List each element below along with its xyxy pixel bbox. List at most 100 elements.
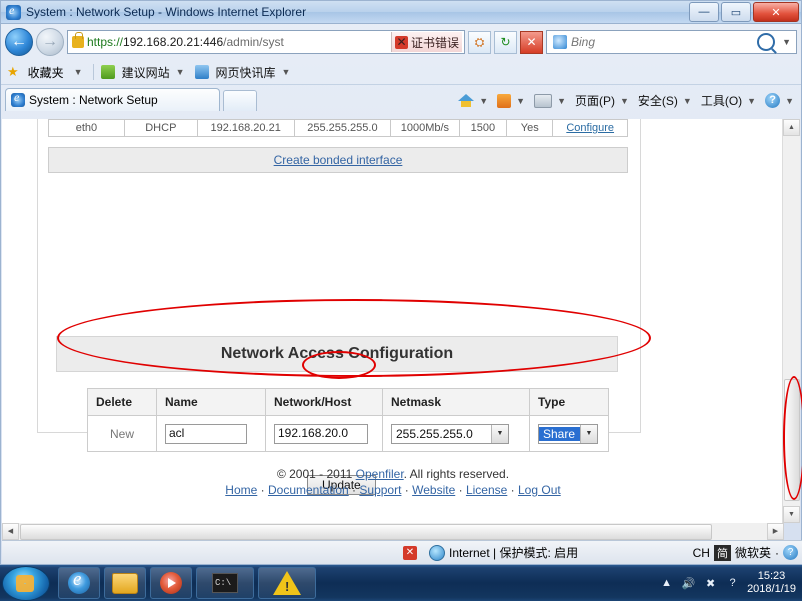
lock-icon xyxy=(72,32,84,48)
tools-caret-icon[interactable]: ▼ xyxy=(747,96,756,106)
print-caret-icon[interactable]: ▼ xyxy=(557,96,566,106)
help-caret-icon[interactable]: ▼ xyxy=(785,96,794,106)
close-button[interactable]: ✕ xyxy=(753,2,799,22)
feeds-button[interactable]: ▼ xyxy=(497,93,528,108)
chevron-down-icon-netmask[interactable]: ▼ xyxy=(491,424,508,443)
tools-menu[interactable]: 工具(O) ▼ xyxy=(701,92,759,109)
refresh-button[interactable]: ↻ xyxy=(494,30,517,54)
home-caret-icon[interactable]: ▼ xyxy=(479,96,488,106)
clock[interactable]: 15:23 2018/1/19 xyxy=(747,570,798,596)
taskbar-item-internet-explorer[interactable] xyxy=(58,567,100,599)
show-hidden-icons-icon[interactable]: ▲ xyxy=(659,576,674,591)
taskbar-item-explorer[interactable] xyxy=(104,567,146,599)
footer-link-home[interactable]: Home xyxy=(225,483,257,497)
home-button[interactable]: ▼ xyxy=(458,93,491,108)
page-caret-icon[interactable]: ▼ xyxy=(620,96,629,106)
vertical-scroll-thumb[interactable] xyxy=(784,379,800,501)
acl-type-select[interactable]: Share ▼ xyxy=(538,423,598,444)
zoom-icon[interactable]: ? xyxy=(783,545,798,560)
window-title: System : Network Setup - Windows Interne… xyxy=(26,5,307,19)
back-button[interactable]: ← xyxy=(5,28,33,56)
favorites-label[interactable]: 收藏夹 xyxy=(28,64,64,81)
taskbar-item-command-prompt[interactable]: C:\ xyxy=(196,567,254,599)
minimize-button[interactable]: — xyxy=(689,2,719,22)
tab-network-setup[interactable]: System : Network Setup xyxy=(5,88,220,111)
taskbar-item-warning-app[interactable] xyxy=(258,567,316,599)
start-button[interactable] xyxy=(2,565,50,601)
header-netmask: Netmask xyxy=(382,388,530,416)
ime-mode-icon[interactable]: 简 xyxy=(713,544,731,561)
safety-caret-icon[interactable]: ▼ xyxy=(683,96,692,106)
search-dropdown-icon[interactable]: ▼ xyxy=(782,37,791,47)
ime-dot[interactable]: · xyxy=(775,546,779,560)
footer-sep-2: · xyxy=(352,483,357,497)
url-scheme: https:// xyxy=(87,35,124,49)
acl-network-input[interactable]: 192.168.20.0 xyxy=(274,423,368,444)
safety-menu[interactable]: 安全(S) ▼ xyxy=(638,92,695,109)
copyright-prefix: © 2001 - 2011 xyxy=(276,467,356,481)
acl-netmask-select[interactable]: 255.255.255.0 ▼ xyxy=(391,423,509,444)
maximize-button[interactable]: ▭ xyxy=(721,2,751,22)
volume-icon[interactable]: 🔊 xyxy=(681,576,696,591)
favorites-star-icon[interactable]: ★ xyxy=(7,64,19,80)
create-bonded-interface-link[interactable]: Create bonded interface xyxy=(274,153,403,167)
interface-configure-cell[interactable]: Configure xyxy=(552,119,628,137)
compatibility-view-button[interactable]: ⛭ xyxy=(468,30,491,54)
scroll-right-button[interactable]: ▶ xyxy=(767,523,784,540)
ime-toolbar[interactable]: CH 简 微软英 · ? xyxy=(693,544,802,561)
openfiler-content-panel: eth0 DHCP 192.168.20.21 255.255.255.0 10… xyxy=(37,119,641,433)
favorites-item-suggested[interactable]: 建议网站 ▼ xyxy=(122,64,188,81)
footer-link-website[interactable]: Website xyxy=(412,483,455,497)
footer-sep-1: · xyxy=(260,483,265,497)
page-menu-label: 页面(P) xyxy=(574,94,615,108)
horizontal-scrollbar[interactable]: ◀ ▶ xyxy=(2,523,784,540)
interface-boot-cell: DHCP xyxy=(123,119,198,137)
security-zone-cell[interactable]: Internet | 保护模式: 启用 xyxy=(423,544,584,561)
configure-link[interactable]: Configure xyxy=(566,122,614,134)
scroll-up-button[interactable]: ▲ xyxy=(783,119,800,136)
horizontal-scroll-thumb[interactable] xyxy=(20,524,712,540)
footer-links: Home · Documentation · Support · Website… xyxy=(2,483,784,497)
openfiler-link[interactable]: Openfiler xyxy=(356,467,404,481)
tools-menu-label: 工具(O) xyxy=(700,94,743,108)
cell-network: 192.168.20.0 xyxy=(265,415,383,452)
interface-netmask-cell: 255.255.255.0 xyxy=(293,119,392,137)
print-button[interactable]: ▼ xyxy=(534,93,569,108)
certificate-error-badge[interactable]: ✕ 证书错误 xyxy=(390,32,462,52)
printer-icon xyxy=(534,93,553,108)
network-icon[interactable]: ✖ xyxy=(703,576,718,591)
help-menu[interactable]: ? ▼ xyxy=(765,93,797,108)
search-input[interactable]: Bing xyxy=(571,35,757,49)
acl-name-input[interactable]: acl xyxy=(165,423,247,444)
footer-link-logout[interactable]: Log Out xyxy=(518,483,561,497)
address-bar[interactable]: https://192.168.20.21:446/admin/syst ✕ 证… xyxy=(67,30,465,54)
taskbar-item-media-player[interactable] xyxy=(150,567,192,599)
vertical-scrollbar[interactable]: ▲ ▼ xyxy=(782,119,800,523)
stop-button[interactable]: ✕ xyxy=(520,30,543,54)
ime-name[interactable]: 微软英 xyxy=(735,544,771,561)
ime-lang[interactable]: CH xyxy=(693,546,710,560)
feeds-caret-icon[interactable]: ▼ xyxy=(516,96,525,106)
chevron-down-icon-type[interactable]: ▼ xyxy=(580,424,597,443)
page-menu[interactable]: 页面(P) ▼ xyxy=(575,92,632,109)
chevron-down-icon[interactable]: ▼ xyxy=(176,67,185,77)
search-box[interactable]: Bing ▼ xyxy=(546,30,797,54)
error-icon[interactable]: ✕ xyxy=(403,545,417,560)
footer-link-documentation[interactable]: Documentation xyxy=(268,483,349,497)
bing-icon xyxy=(553,35,567,49)
scroll-down-button[interactable]: ▼ xyxy=(783,506,800,523)
create-bonded-interface-row[interactable]: Create bonded interface xyxy=(48,147,628,173)
clock-time: 15:23 xyxy=(757,570,786,582)
chevron-down-icon-2[interactable]: ▼ xyxy=(282,67,291,77)
favorites-item-webslice[interactable]: 网页快讯库 ▼ xyxy=(216,64,294,81)
new-tab-button[interactable] xyxy=(223,90,257,111)
footer-link-support[interactable]: Support xyxy=(359,483,401,497)
scroll-left-button[interactable]: ◀ xyxy=(2,523,19,540)
cell-name: acl xyxy=(156,415,266,452)
favorites-caret-icon[interactable]: ▼ xyxy=(74,67,83,77)
web-slice-label: 网页快讯库 xyxy=(215,65,276,80)
action-center-icon[interactable]: ? xyxy=(725,576,740,591)
footer-link-license[interactable]: License xyxy=(466,483,507,497)
search-icon[interactable] xyxy=(757,33,776,51)
forward-button[interactable]: → xyxy=(36,28,64,56)
